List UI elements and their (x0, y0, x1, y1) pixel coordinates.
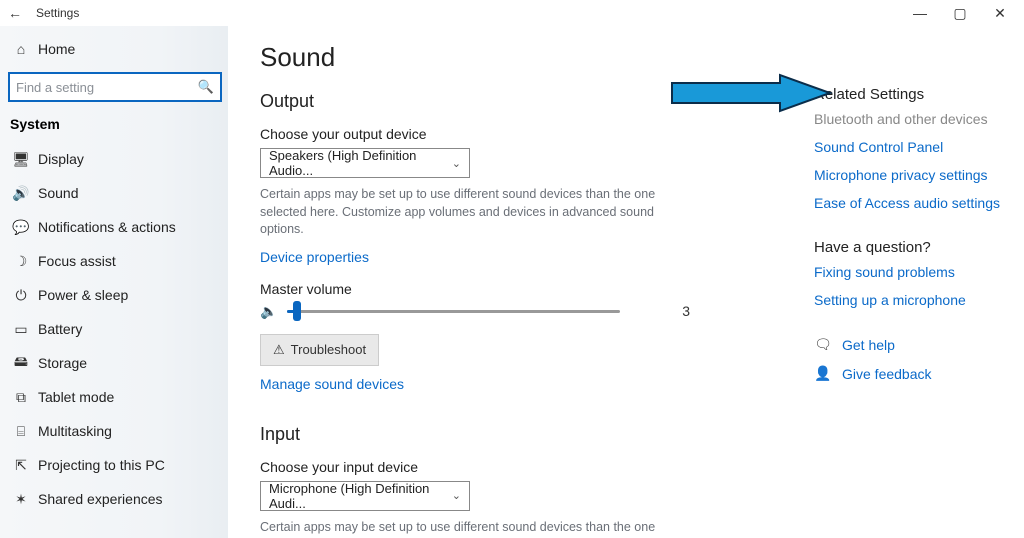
sidebar-item-label: Tablet mode (38, 389, 114, 405)
give-feedback-link[interactable]: 👤 Give feedback (814, 365, 1010, 382)
bluetooth-link[interactable]: Bluetooth and other devices (814, 111, 1010, 127)
sidebar-item-notifications[interactable]: 💬 Notifications & actions (8, 210, 220, 244)
back-button[interactable]: ← (4, 5, 26, 21)
sidebar: ⌂ Home 🔍 System 🖥 Display 🔊 Sound 💬 Noti… (0, 26, 228, 538)
setup-mic-link[interactable]: Setting up a microphone (814, 292, 1010, 308)
sidebar-item-power-sleep[interactable]: ⏻ Power & sleep (8, 278, 220, 312)
volume-slider[interactable] (287, 310, 620, 313)
shared-icon: ✶ (10, 491, 32, 508)
display-icon: 🖥 (10, 151, 32, 168)
close-button[interactable]: ✕ (980, 5, 1020, 22)
warning-icon: ⚠ (273, 342, 285, 358)
sound-icon: 🔊 (10, 185, 32, 202)
notifications-icon: 💬 (10, 219, 32, 236)
focus-assist-icon: ☽ (10, 253, 32, 270)
power-icon: ⏻ (10, 287, 32, 304)
volume-value: 3 (650, 303, 690, 319)
troubleshoot-button[interactable]: ⚠ Troubleshoot (260, 334, 379, 366)
output-device-dropdown[interactable]: Speakers (High Definition Audio... ⌄ (260, 148, 470, 178)
sidebar-item-display[interactable]: 🖥 Display (8, 142, 220, 176)
sidebar-item-label: Sound (38, 185, 78, 201)
fixing-sound-link[interactable]: Fixing sound problems (814, 264, 1010, 280)
sound-control-panel-link[interactable]: Sound Control Panel (814, 139, 1010, 155)
page-title: Sound (260, 42, 794, 73)
sidebar-item-projecting[interactable]: ⇱ Projecting to this PC (8, 448, 220, 482)
sidebar-item-battery[interactable]: ▭ Battery (8, 312, 220, 346)
search-input[interactable] (16, 80, 198, 95)
window-title: Settings (36, 6, 79, 20)
sidebar-item-shared-experiences[interactable]: ✶ Shared experiences (8, 482, 220, 516)
feedback-icon: 👤 (814, 365, 832, 382)
ease-of-access-link[interactable]: Ease of Access audio settings (814, 195, 1010, 211)
volume-thumb[interactable] (293, 301, 301, 321)
sidebar-item-label: Storage (38, 355, 87, 371)
sidebar-item-label: Notifications & actions (38, 219, 176, 235)
right-column: Related Settings Bluetooth and other dev… (814, 26, 1024, 538)
maximize-button[interactable]: ▢ (940, 5, 980, 22)
sidebar-item-focus-assist[interactable]: ☽ Focus assist (8, 244, 220, 278)
storage-icon: 🖴 (10, 351, 32, 375)
output-device-value: Speakers (High Definition Audio... (269, 148, 452, 178)
sidebar-item-storage[interactable]: 🖴 Storage (8, 346, 220, 380)
chevron-down-icon: ⌄ (452, 489, 461, 502)
speaker-icon: 🔈 (260, 303, 277, 320)
search-icon: 🔍 (198, 79, 214, 95)
sidebar-item-label: Focus assist (38, 253, 116, 269)
manage-sound-devices-link[interactable]: Manage sound devices (260, 376, 404, 392)
home-icon: ⌂ (10, 41, 32, 57)
system-header: System (10, 116, 220, 132)
battery-icon: ▭ (10, 321, 32, 338)
related-settings-heading: Related Settings (814, 86, 1010, 103)
titlebar: ← Settings — ▢ ✕ (0, 0, 1024, 26)
give-feedback-label: Give feedback (842, 366, 932, 382)
sidebar-item-tablet-mode[interactable]: ⧉ Tablet mode (8, 380, 220, 414)
main-content: Sound Output Choose your output device S… (228, 26, 814, 538)
microphone-privacy-link[interactable]: Microphone privacy settings (814, 167, 1010, 183)
input-heading: Input (260, 424, 794, 445)
get-help-link[interactable]: 🗨 Get help (814, 336, 1010, 353)
help-icon: 🗨 (814, 336, 832, 353)
sidebar-item-sound[interactable]: 🔊 Sound (8, 176, 220, 210)
output-device-label: Choose your output device (260, 126, 794, 142)
output-heading: Output (260, 91, 794, 112)
output-help-text: Certain apps may be set up to use differ… (260, 186, 690, 239)
chevron-down-icon: ⌄ (452, 157, 461, 170)
sidebar-item-multitasking[interactable]: ⌸ Multitasking (8, 414, 220, 448)
home-label: Home (38, 41, 75, 57)
projecting-icon: ⇱ (10, 457, 32, 474)
sidebar-item-label: Projecting to this PC (38, 457, 165, 473)
sidebar-item-label: Multitasking (38, 423, 112, 439)
device-properties-link[interactable]: Device properties (260, 249, 369, 265)
sidebar-item-label: Power & sleep (38, 287, 128, 303)
sidebar-item-label: Display (38, 151, 84, 167)
get-help-label: Get help (842, 337, 895, 353)
multitasking-icon: ⌸ (10, 423, 32, 440)
input-device-value: Microphone (High Definition Audi... (269, 481, 452, 511)
minimize-button[interactable]: — (900, 5, 940, 21)
troubleshoot-label: Troubleshoot (291, 342, 366, 357)
question-heading: Have a question? (814, 239, 1010, 256)
input-device-label: Choose your input device (260, 459, 794, 475)
master-volume-label: Master volume (260, 281, 794, 297)
sidebar-item-label: Shared experiences (38, 491, 163, 507)
sidebar-item-label: Battery (38, 321, 82, 337)
tablet-icon: ⧉ (10, 389, 32, 406)
input-device-dropdown[interactable]: Microphone (High Definition Audi... ⌄ (260, 481, 470, 511)
input-help-text: Certain apps may be set up to use differ… (260, 519, 690, 538)
home-button[interactable]: ⌂ Home (8, 32, 220, 66)
search-input-wrapper[interactable]: 🔍 (8, 72, 222, 102)
